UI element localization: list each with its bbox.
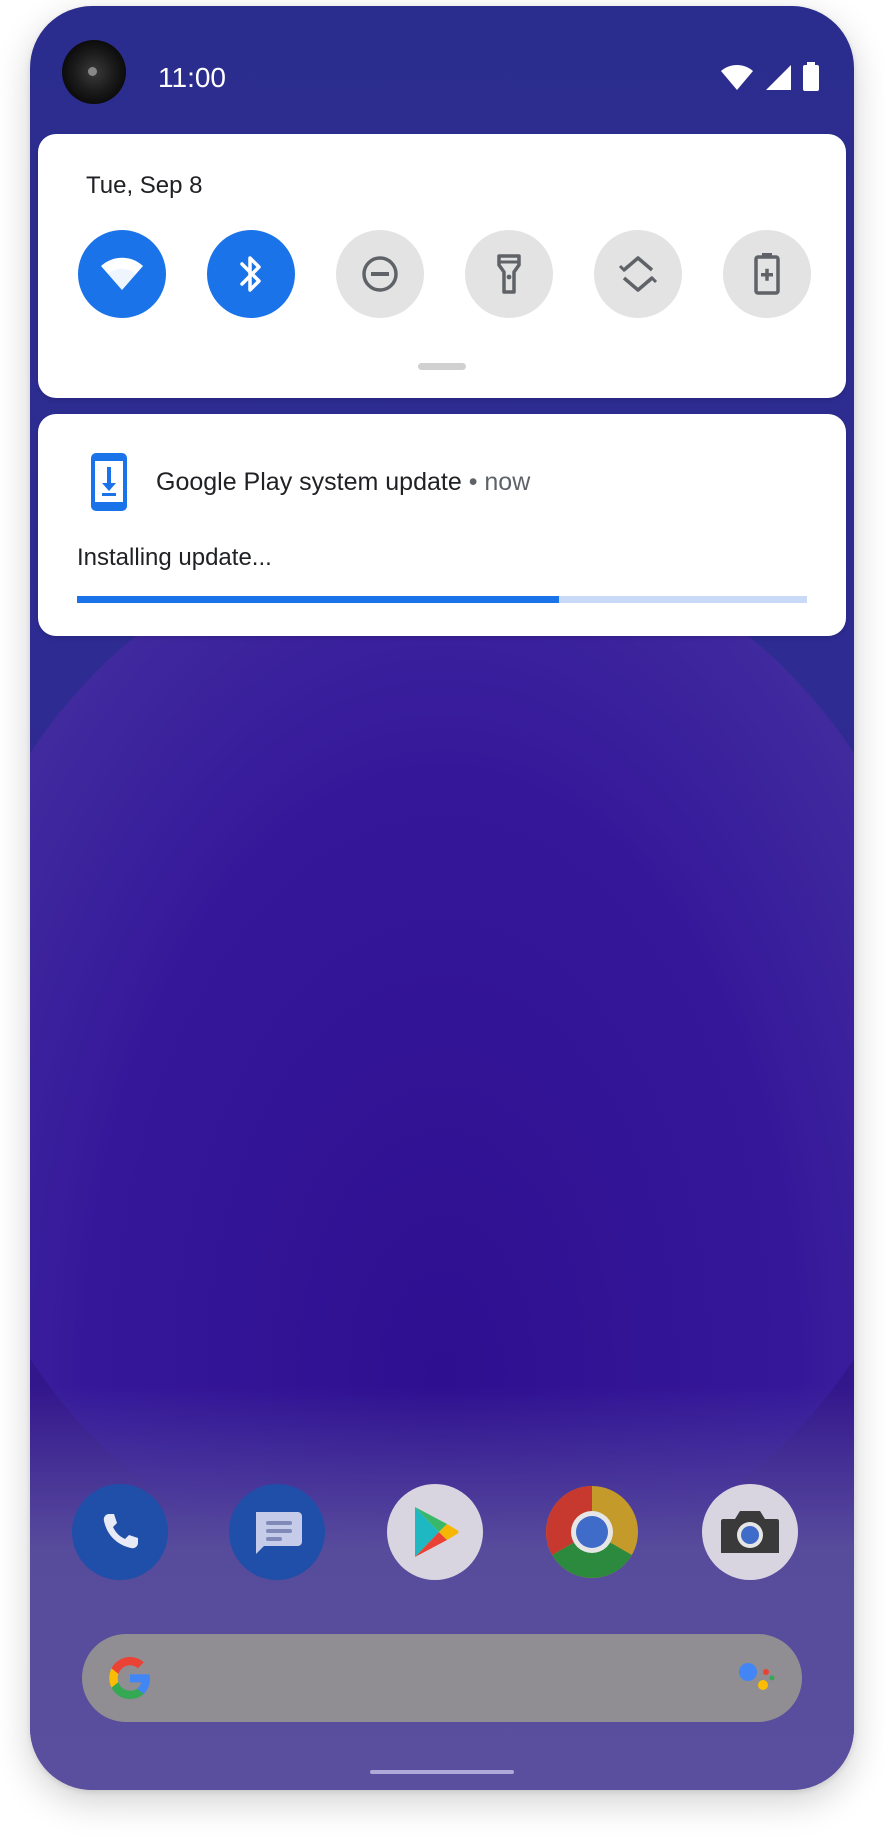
status-time: 11:00 <box>158 62 226 93</box>
notification-title: Google Play system update <box>156 468 462 496</box>
do-not-disturb-icon <box>362 256 398 292</box>
tile-bluetooth[interactable] <box>207 230 295 318</box>
tile-battery-saver[interactable] <box>723 230 811 318</box>
camera-app[interactable] <box>702 1484 798 1580</box>
gesture-nav-handle[interactable] <box>370 1770 514 1774</box>
phone-screen: 11:00 Tue, Sep 8 Google Play system upda… <box>30 6 854 1790</box>
wallpaper-bottom <box>30 1386 854 1790</box>
phone-app[interactable] <box>72 1484 168 1580</box>
camera-icon <box>721 1511 779 1553</box>
play-store-app[interactable] <box>387 1484 483 1580</box>
wifi-icon <box>721 65 753 90</box>
battery-saver-icon <box>754 253 780 295</box>
notification-title-line: Google Play system update • now <box>156 468 530 497</box>
date-label: Tue, Sep 8 <box>86 172 203 199</box>
notification-body: Installing update... <box>77 544 272 571</box>
quick-settings-tiles <box>78 230 814 320</box>
messages-app[interactable] <box>229 1484 325 1580</box>
notification-card[interactable]: Google Play system update • now Installi… <box>38 414 846 636</box>
chrome-app[interactable] <box>544 1484 640 1580</box>
tile-do-not-disturb[interactable] <box>336 230 424 318</box>
system-update-icon <box>91 453 127 511</box>
status-icons <box>720 62 820 92</box>
chrome-icon <box>546 1486 638 1578</box>
notification-separator: • <box>468 468 478 496</box>
camera-cutout-icon <box>62 40 126 104</box>
messages-icon <box>256 1512 302 1554</box>
google-g-icon <box>109 1657 150 1699</box>
battery-icon <box>803 62 819 91</box>
tile-wifi[interactable] <box>78 230 166 318</box>
notification-time: now <box>484 468 531 496</box>
flashlight-icon <box>497 254 521 294</box>
expand-handle[interactable] <box>418 363 466 370</box>
tile-flashlight[interactable] <box>465 230 553 318</box>
progress-fill <box>77 596 559 603</box>
cell-signal-icon <box>766 65 791 90</box>
phone-icon <box>103 1514 138 1549</box>
play-store-icon <box>415 1507 459 1557</box>
bluetooth-icon <box>240 256 261 292</box>
update-progress-bar <box>77 596 807 603</box>
auto-rotate-icon <box>618 256 658 292</box>
quick-settings-panel: Tue, Sep 8 <box>38 134 846 398</box>
tile-auto-rotate[interactable] <box>594 230 682 318</box>
assistant-icon[interactable] <box>736 1658 776 1698</box>
wifi-icon <box>101 257 143 290</box>
search-bar[interactable] <box>82 1634 802 1722</box>
